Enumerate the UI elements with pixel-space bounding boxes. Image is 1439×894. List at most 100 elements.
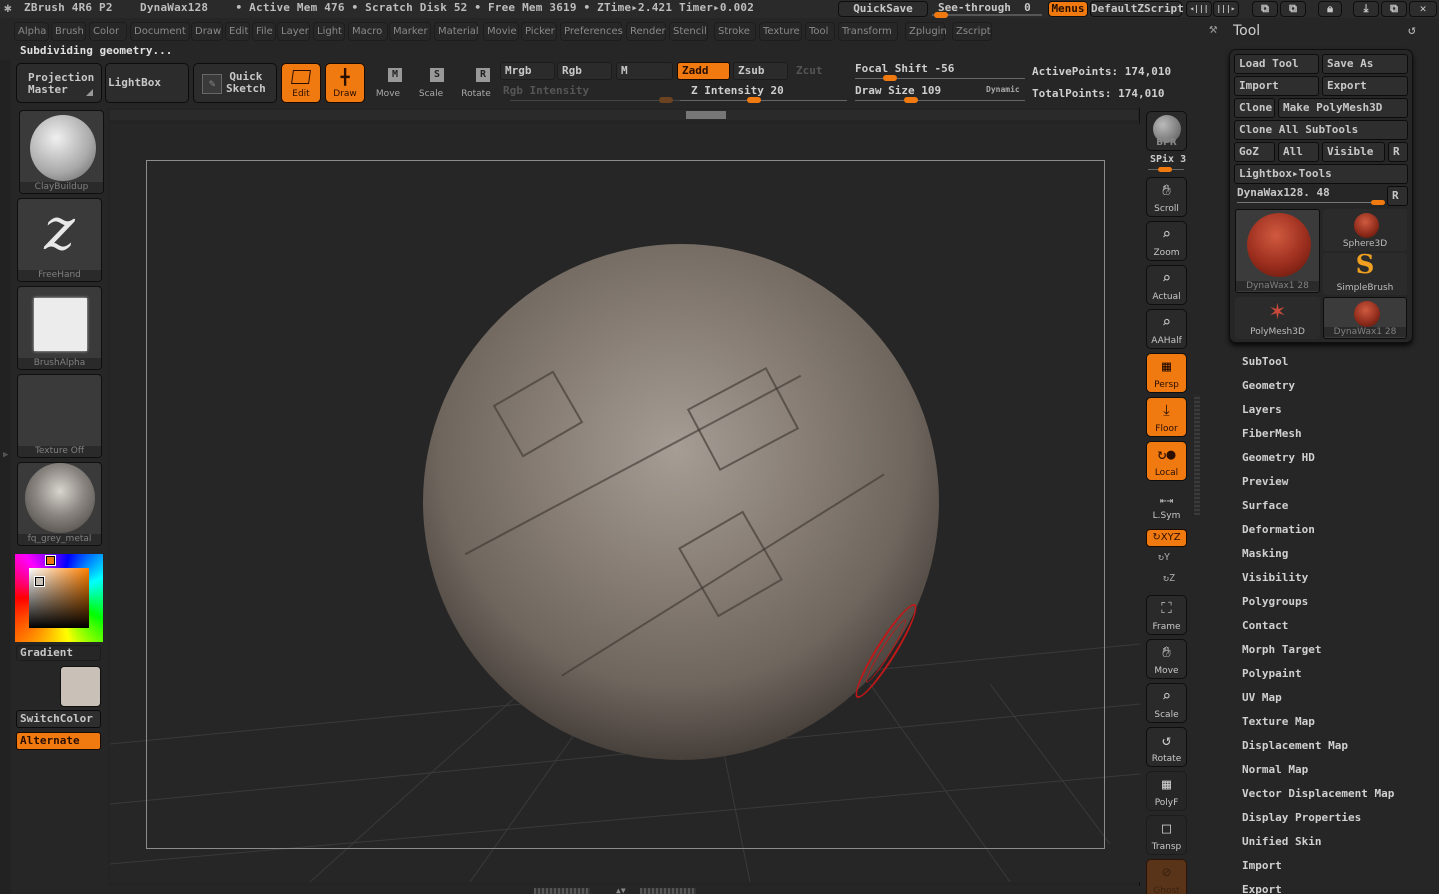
- rotate-mode-button[interactable]: R Rotate: [456, 63, 496, 103]
- subpalette-deformation[interactable]: Deformation: [1242, 523, 1315, 536]
- clone-button[interactable]: Clone: [1234, 98, 1275, 118]
- see-through-knob[interactable]: [934, 12, 948, 18]
- draw-size-slider[interactable]: [855, 100, 1025, 101]
- floor-toggle[interactable]: ⤓ Floor: [1146, 397, 1187, 437]
- alpha-thumbnail[interactable]: BrushAlpha: [17, 286, 102, 370]
- tool-thumb-dynawax-small[interactable]: DynaWax1 28: [1323, 297, 1407, 339]
- palette-reset-icon[interactable]: ↺: [1408, 23, 1416, 38]
- gradient-toggle[interactable]: Gradient: [16, 645, 101, 661]
- rgb-toggle[interactable]: Rgb: [557, 62, 612, 80]
- subpalette-normal-map[interactable]: Normal Map: [1242, 763, 1308, 776]
- quick-sketch-button[interactable]: ✎ Quick Sketch: [193, 63, 277, 103]
- tool-thumb-simplebrush[interactable]: S SimpleBrush: [1323, 250, 1407, 295]
- menu-edit[interactable]: Edit: [225, 22, 250, 41]
- projection-master-button[interactable]: Projection Master: [16, 63, 102, 103]
- load-tool-button[interactable]: Load Tool: [1234, 54, 1319, 74]
- scroll-button[interactable]: ✋︎ Scroll: [1146, 177, 1187, 217]
- polyframe-toggle[interactable]: ▦ PolyF: [1146, 771, 1187, 811]
- focal-shift-knob[interactable]: [883, 75, 897, 81]
- default-zscript-button[interactable]: DefaultZScript: [1090, 1, 1184, 17]
- left-tray-handle[interactable]: ▶: [0, 60, 11, 894]
- alternate-toggle[interactable]: Alternate: [16, 732, 101, 750]
- subpalette-fibermesh[interactable]: FiberMesh: [1242, 427, 1302, 440]
- subpalette-unified-skin[interactable]: Unified Skin: [1242, 835, 1321, 848]
- lock-icon[interactable]: 🔒︎: [1318, 1, 1342, 17]
- subpalette-export[interactable]: Export: [1242, 883, 1282, 894]
- transparency-toggle[interactable]: □ Transp: [1146, 815, 1187, 855]
- horizontal-scrollbar-thumb[interactable]: [686, 111, 726, 119]
- layout-prev-icon[interactable]: ⧉: [1252, 1, 1278, 17]
- bottom-tray-handle-left[interactable]: [534, 888, 590, 894]
- tray-expand-icon[interactable]: ▶: [3, 450, 8, 460]
- see-through-slider[interactable]: [932, 14, 1042, 16]
- scroll-right-icon[interactable]: |||▸: [1213, 1, 1239, 17]
- draw-size-knob[interactable]: [904, 97, 918, 103]
- export-button[interactable]: Export: [1322, 76, 1408, 96]
- scale-view-button[interactable]: ⌕ Scale: [1146, 683, 1187, 723]
- subpalette-display-properties[interactable]: Display Properties: [1242, 811, 1361, 824]
- menu-alpha[interactable]: Alpha: [14, 22, 49, 41]
- tool-thumb-sphere3d[interactable]: Sphere3D: [1323, 209, 1407, 251]
- goz-button[interactable]: GoZ: [1234, 142, 1275, 162]
- menu-light[interactable]: Light: [313, 22, 345, 41]
- menu-tool[interactable]: Tool: [805, 22, 835, 41]
- restore-icon[interactable]: ⧉: [1381, 1, 1407, 17]
- bottom-tray-toggle-icon[interactable]: ▲▼: [616, 886, 626, 894]
- menu-texture[interactable]: Texture: [759, 22, 802, 41]
- quicksave-button[interactable]: QuickSave: [838, 1, 928, 17]
- menu-layer[interactable]: Layer: [277, 22, 310, 41]
- hue-marker[interactable]: [45, 555, 56, 566]
- minimize-icon[interactable]: ⤓: [1353, 1, 1379, 17]
- lightbox-button[interactable]: LightBox: [105, 63, 189, 103]
- lightbox-tools-button[interactable]: Lightbox▸Tools: [1234, 164, 1408, 184]
- make-polymesh3d-button[interactable]: Make PolyMesh3D: [1278, 98, 1408, 118]
- menu-draw[interactable]: Draw: [191, 22, 223, 41]
- subpalette-geometry[interactable]: Geometry: [1242, 379, 1295, 392]
- main-color-swatch[interactable]: [60, 666, 101, 707]
- rgb-intensity-knob[interactable]: [659, 97, 673, 103]
- subpalette-morph-target[interactable]: Morph Target: [1242, 643, 1321, 656]
- move-mode-button[interactable]: M Move: [368, 63, 408, 103]
- zadd-toggle[interactable]: Zadd: [677, 62, 730, 80]
- tool-slider-knob[interactable]: [1371, 200, 1385, 205]
- color-picker-hue-ring[interactable]: [15, 554, 103, 642]
- menu-color[interactable]: Color: [89, 22, 127, 41]
- menu-zscript[interactable]: Zscript: [952, 22, 992, 41]
- focal-shift-slider[interactable]: [855, 78, 1025, 79]
- spix-knob[interactable]: [1158, 167, 1172, 172]
- sv-marker[interactable]: [34, 576, 45, 587]
- menu-brush[interactable]: Brush: [51, 22, 86, 41]
- tool-thumb-polymesh3d[interactable]: ✶ PolyMesh3D: [1235, 296, 1320, 339]
- stroke-thumbnail[interactable]: z FreeHand: [17, 198, 102, 282]
- layout-next-icon[interactable]: ⧉: [1280, 1, 1306, 17]
- goz-visible-button[interactable]: Visible: [1322, 142, 1385, 162]
- brush-thumbnail[interactable]: ClayBuildup: [19, 110, 104, 194]
- menu-render[interactable]: Render: [626, 22, 666, 41]
- menu-stencil[interactable]: Stencil: [669, 22, 708, 41]
- switch-color-button[interactable]: SwitchColor: [16, 710, 101, 728]
- menu-macro[interactable]: Macro: [348, 22, 388, 41]
- save-as-button[interactable]: Save As: [1322, 54, 1408, 74]
- goz-all-button[interactable]: All: [1278, 142, 1319, 162]
- material-thumbnail[interactable]: fq_grey_metal: [17, 462, 102, 546]
- tool-r-button[interactable]: R: [1387, 186, 1408, 206]
- draw-mode-button[interactable]: ╋ Draw: [325, 63, 365, 103]
- tool-palette-header[interactable]: ⚒︎ Tool ↺: [1200, 18, 1439, 46]
- menu-file[interactable]: File: [252, 22, 276, 41]
- menu-zplugin[interactable]: Zplugin: [905, 22, 947, 41]
- actual-button[interactable]: ⌕ Actual: [1146, 265, 1187, 305]
- menu-stroke[interactable]: Stroke: [714, 22, 756, 41]
- subpalette-visibility[interactable]: Visibility: [1242, 571, 1308, 584]
- rotate-view-button[interactable]: ↺ Rotate: [1146, 727, 1187, 767]
- subpalette-import[interactable]: Import: [1242, 859, 1282, 872]
- close-icon[interactable]: ✕: [1409, 1, 1437, 17]
- clone-all-subtools-button[interactable]: Clone All SubTools: [1234, 120, 1408, 140]
- subpalette-displacement-map[interactable]: Displacement Map: [1242, 739, 1348, 752]
- menu-marker[interactable]: Marker: [389, 22, 431, 41]
- m-toggle[interactable]: M: [616, 62, 673, 80]
- texture-thumbnail[interactable]: Texture Off: [17, 374, 102, 458]
- lsym-toggle[interactable]: ⇤⇥ L.Sym: [1146, 488, 1187, 524]
- subpalette-layers[interactable]: Layers: [1242, 403, 1282, 416]
- ghost-toggle[interactable]: ⊘ Ghost: [1146, 859, 1187, 894]
- zoom-button[interactable]: ⌕ Zoom: [1146, 221, 1187, 261]
